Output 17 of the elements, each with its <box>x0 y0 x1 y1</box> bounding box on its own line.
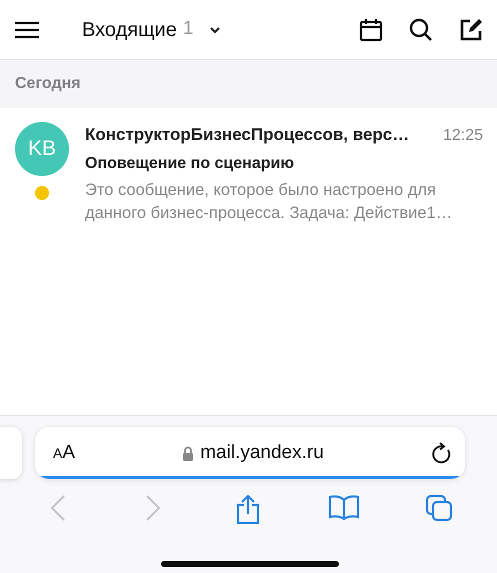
folder-dropdown[interactable]: Входящие 1 <box>82 18 222 42</box>
message-preview: Это сообщение, которое было настроено для данного бизнес-процесса. Задача: Действие1… <box>85 180 454 224</box>
url-text: mail.yandex.ru <box>200 440 324 465</box>
address-bar[interactable]: AA mail.yandex.ru <box>35 427 465 479</box>
calendar-icon[interactable] <box>359 18 383 42</box>
text-size-button[interactable]: AA <box>53 438 76 468</box>
compose-icon[interactable] <box>459 18 483 42</box>
search-icon[interactable] <box>409 18 433 42</box>
message-subject: Оповещение по сценарию <box>85 154 295 174</box>
message-time: 12:25 <box>442 126 483 146</box>
caret-icon <box>209 26 222 34</box>
section-heading: Сегодня <box>15 74 81 94</box>
lock-icon <box>182 446 194 460</box>
sender-name: КонструкторБизнесПроцессов, верс… <box>85 124 410 146</box>
reload-icon[interactable] <box>431 442 451 464</box>
menu-icon[interactable] <box>14 20 40 38</box>
avatar: KB <box>15 122 69 176</box>
